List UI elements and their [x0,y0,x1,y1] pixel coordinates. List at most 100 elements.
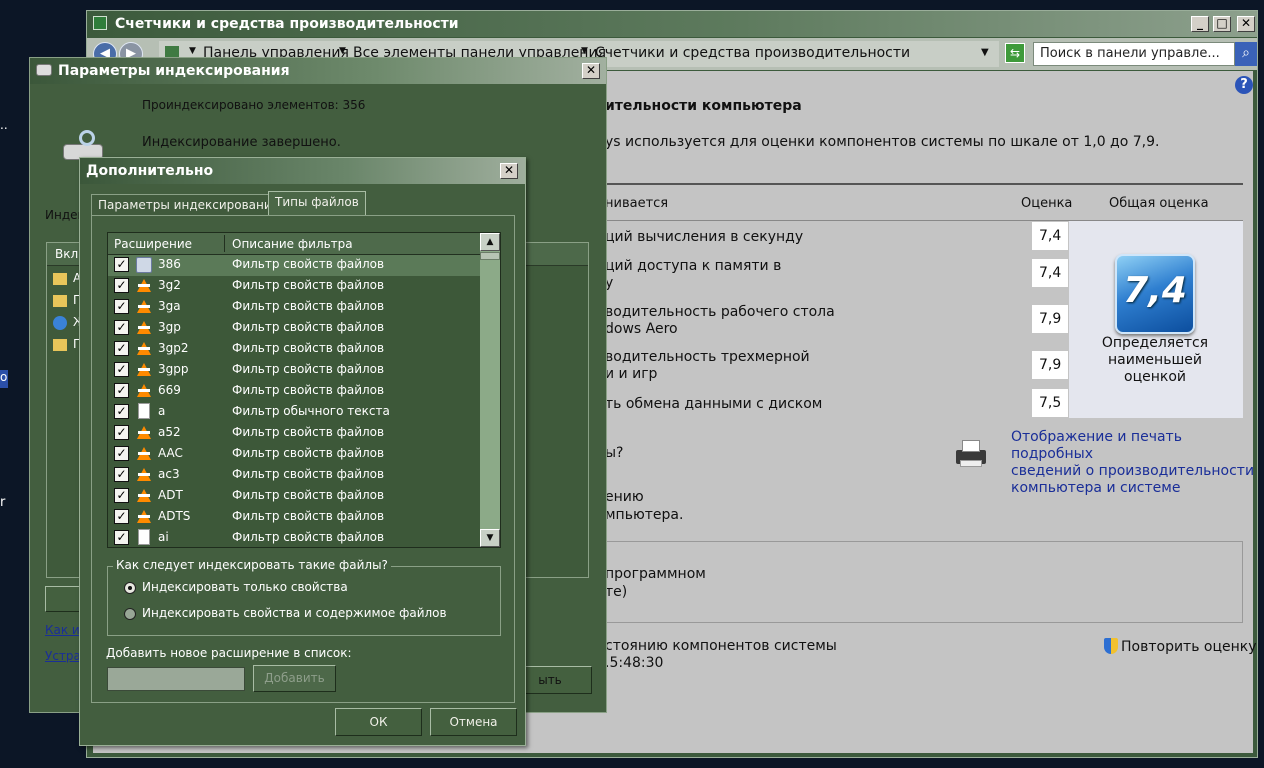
filter-description: Фильтр свойств файлов [232,467,385,481]
component-row-label: водительность трехмерной [605,349,810,365]
software-link[interactable]: программном [605,566,706,582]
component-score: 7,5 [1032,389,1068,417]
file-type-checkbox[interactable]: ✓ [114,446,129,461]
cancel-button[interactable]: Отмена [430,708,517,736]
file-type-checkbox[interactable]: ✓ [114,509,129,524]
file-type-row[interactable]: ✓ a Фильтр обычного текста [108,402,480,423]
scroll-up-button[interactable]: ▲ [480,233,500,251]
close-button[interactable]: ✕ [1237,16,1255,32]
refresh-button[interactable]: ⇆ [1005,43,1025,63]
print-details-link[interactable]: Отображение и печать подробных сведений … [1011,429,1264,497]
vlc-cone-icon [137,300,151,313]
file-type-row[interactable]: ✓ a52 Фильтр свойств файлов [108,423,480,444]
add-extension-input[interactable] [107,667,245,691]
file-type-checkbox[interactable]: ✓ [114,488,129,503]
file-type-checkbox[interactable]: ✓ [114,320,129,335]
breadcrumb-item[interactable]: Счетчики и средства производительности [595,45,910,61]
print-details-line[interactable]: компьютера и системе [1011,480,1264,497]
rerun-assessment-link[interactable]: Повторить оценку [1121,639,1257,655]
file-type-row[interactable]: ✓ ac3 Фильтр свойств файлов [108,465,480,486]
file-type-checkbox[interactable]: ✓ [114,257,129,272]
advanced-titlebar[interactable]: Дополнительно ✕ [80,158,525,184]
filter-description: Фильтр свойств файлов [232,425,385,439]
file-extension: 3g2 [158,278,181,292]
file-type-checkbox[interactable]: ✓ [114,362,129,377]
file-type-checkbox[interactable]: ✓ [114,383,129,398]
radio-label[interactable]: Индексировать только свойства [142,580,348,594]
how-indexing-link[interactable]: Как и [45,623,80,637]
file-type-row[interactable]: ✓ ai Фильтр свойств файлов [108,528,480,547]
file-type-row[interactable]: ✓ ADT Фильтр свойств файлов [108,486,480,507]
scroll-down-button[interactable]: ▼ [480,529,500,547]
close-button[interactable]: ✕ [582,63,600,79]
search-icon[interactable]: ⌕ [1235,42,1257,66]
file-type-checkbox[interactable]: ✓ [114,299,129,314]
breadcrumb-arrow-icon: ▼ [581,46,588,56]
file-type-row[interactable]: ✓ 3ga Фильтр свойств файлов [108,297,480,318]
close-button[interactable]: ✕ [500,163,518,179]
desktop-selected-fragment[interactable]: ol [0,370,8,388]
file-type-row[interactable]: ✓ 3g2 Фильтр свойств файлов [108,276,480,297]
column-header-description[interactable]: Описание фильтра [232,237,353,251]
what-mean-link[interactable]: ы? [605,445,623,461]
file-type-row[interactable]: ✓ 3gpp Фильтр свойств файлов [108,360,480,381]
file-type-checkbox[interactable]: ✓ [114,530,129,545]
software-link[interactable]: те) [605,584,627,600]
list-header: Расширение Описание фильтра [108,233,480,255]
troubleshoot-link[interactable]: Устра [45,649,81,663]
file-type-row[interactable]: ✓ ADTS Фильтр свойств файлов [108,507,480,528]
search-input[interactable]: Поиск в панели управле... [1033,42,1235,66]
filter-description: Фильтр свойств файлов [232,278,385,292]
column-header-extension[interactable]: Расширение [114,237,192,251]
minimize-button[interactable]: _ [1191,16,1209,32]
file-type-row[interactable]: ✓ 3gp Фильтр свойств файлов [108,318,480,339]
indexing-titlebar[interactable]: Параметры индексирования ✕ [30,58,606,84]
filter-description: Фильтр свойств файлов [232,257,385,271]
print-details-line[interactable]: сведений о производительности [1011,463,1264,480]
component-row-label: и и игр [605,366,658,382]
advanced-dialog: Дополнительно ✕ Параметры индексирования… [79,157,526,746]
scroll-thumb[interactable] [480,252,500,260]
folder-icon [53,339,67,351]
overall-score-value: 7,4 [1123,270,1187,311]
history-dropdown-icon[interactable]: ▼ [981,47,989,58]
file-type-row[interactable]: ✓ 3gp2 Фильтр свойств файлов [108,339,480,360]
tab-index-settings[interactable]: Параметры индексирования [91,194,286,216]
file-extension: a52 [158,425,181,439]
file-types-list[interactable]: Расширение Описание фильтра ✓ 386 Фильтр с… [107,232,501,548]
file-type-row[interactable]: ✓ 669 Фильтр свойств файлов [108,381,480,402]
filter-description: Фильтр свойств файлов [232,362,385,376]
radio-properties-and-content[interactable] [124,608,136,620]
maximize-button[interactable]: □ [1213,16,1231,32]
more-info-link[interactable]: мпьютера. [605,507,683,523]
file-type-row[interactable]: ✓ AAC Фильтр свойств файлов [108,444,480,465]
filter-description: Фильтр свойств файлов [232,446,385,460]
overall-caption-line: Определяется [1101,335,1209,351]
file-extension: 3gpp [158,362,189,376]
shield-icon [1104,638,1118,654]
printer-icon [952,440,988,468]
help-icon[interactable]: ? [1235,76,1253,94]
file-type-checkbox[interactable]: ✓ [114,467,129,482]
file-extension: 3gp2 [158,341,189,355]
more-info-link[interactable]: ению [605,489,644,505]
component-row-label: ций доступа к памяти в [605,258,782,274]
overall-caption-line: оценкой [1124,369,1186,385]
file-type-checkbox[interactable]: ✓ [114,425,129,440]
add-button-label: Добавить [264,671,325,685]
ok-button[interactable]: ОК [335,708,422,736]
tab-file-types[interactable]: Типы файлов [268,191,366,216]
add-extension-button[interactable]: Добавить [253,665,336,692]
performance-titlebar[interactable]: Счетчики и средства производительности _… [87,11,1257,37]
file-type-checkbox[interactable]: ✓ [114,341,129,356]
file-type-checkbox[interactable]: ✓ [114,404,129,419]
radio-label[interactable]: Индексировать свойства и содержимое файл… [142,606,447,620]
scrollbar[interactable]: ▲ ▼ [480,233,500,547]
radio-properties-only[interactable] [124,582,136,594]
file-type-row[interactable]: ✓ 386 Фильтр свойств файлов [108,255,480,276]
filter-description: Фильтр свойств файлов [232,509,385,523]
file-extension: a [158,404,166,418]
component-row-label: водительность рабочего стола [605,304,835,320]
print-details-line[interactable]: Отображение и печать подробных [1011,429,1264,463]
file-type-checkbox[interactable]: ✓ [114,278,129,293]
